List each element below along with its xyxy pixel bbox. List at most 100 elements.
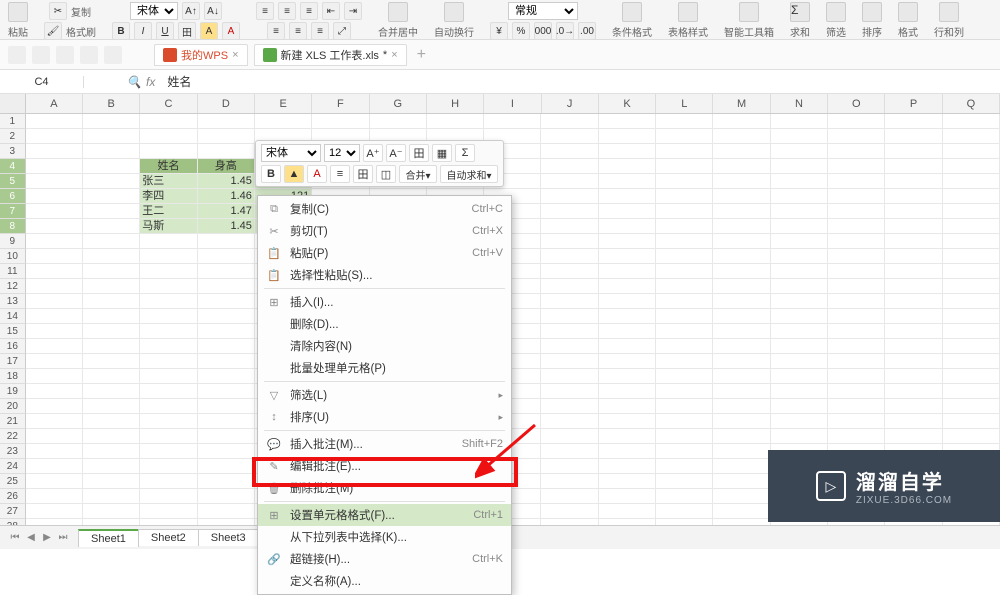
ctx-pick-list[interactable]: 从下拉列表中选择(K)... xyxy=(258,526,511,548)
underline-button[interactable]: U xyxy=(156,22,174,40)
cell[interactable]: 1.45 xyxy=(198,219,255,234)
cell[interactable] xyxy=(140,414,197,429)
cell[interactable] xyxy=(599,219,656,234)
format-painter-label[interactable]: 格式刷 xyxy=(66,24,96,39)
percent-icon[interactable]: % xyxy=(512,22,530,40)
cell[interactable] xyxy=(83,414,140,429)
cell[interactable] xyxy=(541,204,598,219)
cell[interactable] xyxy=(26,294,83,309)
cell[interactable] xyxy=(713,444,770,459)
cell[interactable] xyxy=(943,309,1000,324)
cell[interactable] xyxy=(713,414,770,429)
align-left-icon[interactable]: ≡ xyxy=(267,22,285,40)
cell[interactable] xyxy=(885,324,942,339)
row-header[interactable]: 24 xyxy=(0,459,26,474)
row-header[interactable]: 12 xyxy=(0,279,26,294)
italic-button[interactable]: I xyxy=(134,22,152,40)
cell[interactable] xyxy=(656,129,713,144)
filter-group[interactable]: 筛选 xyxy=(826,2,846,39)
tablestyle-group[interactable]: 表格样式 xyxy=(668,2,708,39)
condfmt-group[interactable]: 条件格式 xyxy=(612,2,652,39)
cell[interactable] xyxy=(885,129,942,144)
cell[interactable] xyxy=(656,234,713,249)
ctx-insert-comment[interactable]: 💬插入批注(M)...Shift+F2 xyxy=(258,433,511,455)
col-header-M[interactable]: M xyxy=(713,94,770,113)
cell[interactable] xyxy=(771,174,828,189)
cell[interactable] xyxy=(83,114,140,129)
cell[interactable] xyxy=(83,324,140,339)
cell[interactable] xyxy=(198,339,255,354)
cell[interactable] xyxy=(427,114,484,129)
cell[interactable] xyxy=(885,264,942,279)
cell[interactable] xyxy=(83,234,140,249)
format-group[interactable]: 格式 xyxy=(898,2,918,39)
cell[interactable] xyxy=(198,324,255,339)
number-format-select[interactable]: 常规 xyxy=(508,2,578,20)
cell[interactable] xyxy=(828,369,885,384)
cell[interactable] xyxy=(541,129,598,144)
col-header-K[interactable]: K xyxy=(599,94,656,113)
cell[interactable]: 1.46 xyxy=(198,189,255,204)
cell[interactable] xyxy=(599,189,656,204)
cell[interactable] xyxy=(656,279,713,294)
cell[interactable] xyxy=(885,399,942,414)
cell[interactable] xyxy=(140,264,197,279)
sheet-tab-3[interactable]: Sheet3 xyxy=(198,529,259,546)
cell[interactable] xyxy=(198,279,255,294)
cell[interactable] xyxy=(656,219,713,234)
row-header[interactable]: 21 xyxy=(0,414,26,429)
cell[interactable] xyxy=(26,324,83,339)
ctx-hyperlink[interactable]: 🔗超链接(H)...Ctrl+K xyxy=(258,548,511,570)
row-header[interactable]: 15 xyxy=(0,324,26,339)
row-header[interactable]: 5 xyxy=(0,174,26,189)
cell[interactable] xyxy=(140,489,197,504)
cell[interactable] xyxy=(599,369,656,384)
cell[interactable] xyxy=(198,129,255,144)
font-grow-icon[interactable]: A↑ xyxy=(182,2,200,20)
cell[interactable] xyxy=(656,204,713,219)
row-header[interactable]: 20 xyxy=(0,399,26,414)
cell[interactable] xyxy=(26,489,83,504)
cell[interactable] xyxy=(541,144,598,159)
align-right-icon[interactable]: ≡ xyxy=(311,22,329,40)
qa-preview-icon[interactable] xyxy=(104,46,122,64)
cell[interactable] xyxy=(885,144,942,159)
cell[interactable] xyxy=(656,264,713,279)
cell[interactable] xyxy=(599,174,656,189)
cell[interactable] xyxy=(26,204,83,219)
sheet-nav-prev-icon[interactable]: ◀ xyxy=(24,531,38,545)
ctx-delete[interactable]: 删除(D)... xyxy=(258,313,511,335)
cell[interactable] xyxy=(599,324,656,339)
cell[interactable] xyxy=(26,414,83,429)
cell[interactable] xyxy=(828,294,885,309)
fx-label[interactable]: fx xyxy=(142,75,159,89)
format-painter-icon[interactable]: 🖌 xyxy=(44,22,62,40)
cell[interactable] xyxy=(713,399,770,414)
cell[interactable] xyxy=(541,189,598,204)
col-header-G[interactable]: G xyxy=(370,94,427,113)
cell[interactable] xyxy=(198,294,255,309)
cell[interactable] xyxy=(83,369,140,384)
tab-file-close-icon[interactable]: × xyxy=(391,49,397,61)
cell[interactable] xyxy=(943,369,1000,384)
cell[interactable] xyxy=(885,354,942,369)
cell[interactable] xyxy=(140,459,197,474)
mini-grid-button[interactable]: 田 xyxy=(353,165,373,183)
cell[interactable] xyxy=(885,189,942,204)
cell[interactable] xyxy=(26,144,83,159)
cell[interactable] xyxy=(885,309,942,324)
cell[interactable] xyxy=(885,279,942,294)
cell[interactable]: 1.47 xyxy=(198,204,255,219)
cell[interactable] xyxy=(83,249,140,264)
cell[interactable] xyxy=(885,414,942,429)
name-box[interactable]: C4 xyxy=(0,76,84,88)
cell[interactable] xyxy=(26,219,83,234)
sheet-nav-first-icon[interactable]: ⏮ xyxy=(8,531,22,545)
cell[interactable] xyxy=(943,339,1000,354)
mini-bold-button[interactable]: B xyxy=(261,165,281,183)
cell[interactable] xyxy=(943,279,1000,294)
wrap-group[interactable]: 自动换行 xyxy=(434,2,474,39)
col-header-O[interactable]: O xyxy=(828,94,885,113)
font-color-button[interactable]: A xyxy=(222,22,240,40)
cell[interactable] xyxy=(140,399,197,414)
